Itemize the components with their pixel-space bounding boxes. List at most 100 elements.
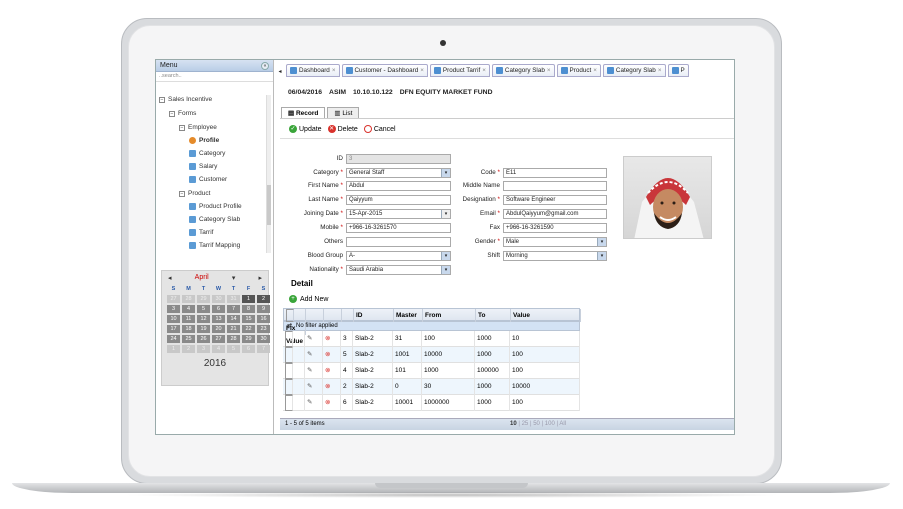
pencil-icon[interactable]: ✎	[305, 331, 323, 347]
calendar-day[interactable]: 29	[197, 295, 210, 303]
code-field[interactable]: E11	[503, 168, 607, 178]
calendar-day[interactable]: 29	[242, 335, 255, 343]
calendar-day[interactable]: 22	[242, 325, 255, 333]
calendar-day[interactable]: 13	[212, 315, 225, 323]
first-name-field[interactable]: Abdul	[346, 181, 451, 191]
close-icon[interactable]: ×	[482, 67, 486, 74]
close-icon[interactable]: ×	[332, 67, 336, 74]
calendar-day[interactable]: 8	[242, 305, 255, 313]
calendar-day[interactable]: 25	[182, 335, 195, 343]
calendar-day[interactable]: 12	[197, 315, 210, 323]
select-all-cell[interactable]	[284, 309, 306, 322]
calendar-day[interactable]: 15	[242, 315, 255, 323]
table-row[interactable]: ✎ ⊗ 3 Slab-2 31 100 1000 10	[283, 331, 580, 347]
calendar-day[interactable]: 9	[257, 305, 270, 313]
calendar-day[interactable]: 11	[182, 315, 195, 323]
designation-field[interactable]: Software Engineer	[503, 195, 607, 205]
calendar-day[interactable]: 31	[227, 295, 240, 303]
tab-record[interactable]: ▤ Record	[281, 107, 326, 118]
checkbox-icon[interactable]	[285, 379, 293, 395]
tree-item[interactable]: Category	[189, 150, 225, 157]
tree-item[interactable]: Salary	[189, 163, 217, 170]
tree-item[interactable]: − Sales Incentive	[159, 96, 212, 103]
calendar-day[interactable]: 7	[227, 305, 240, 313]
tree-item[interactable]: − Product	[179, 190, 210, 197]
document-tab[interactable]: Product ×	[556, 64, 601, 77]
filter-icon[interactable]: ⇄	[287, 322, 292, 330]
expand-icon[interactable]: −	[179, 190, 185, 197]
calendar-day[interactable]: 21	[227, 325, 240, 333]
calendar-day[interactable]: 10	[167, 315, 180, 323]
checkbox-icon[interactable]	[285, 363, 293, 379]
pencil-icon[interactable]: ✎	[305, 363, 323, 379]
calendar-day[interactable]: 14	[227, 315, 240, 323]
tab-list[interactable]: ▥ List	[327, 107, 360, 118]
next-month-icon[interactable]: ▸	[258, 274, 262, 282]
mobile-field[interactable]: +966-16-3261570	[346, 223, 451, 233]
search-input[interactable]: ..search..	[156, 72, 273, 82]
delete-row-icon[interactable]: ⊗	[323, 347, 341, 363]
calendar-day[interactable]: 4	[182, 305, 195, 313]
delete-button[interactable]: ✕ Delete	[327, 125, 358, 133]
calendar-day[interactable]: 5	[227, 345, 240, 353]
table-row[interactable]: ✎ ⊗ 5 Slab-2 1001 10000 1000 100	[283, 347, 580, 363]
delete-row-icon[interactable]: ⊗	[323, 379, 341, 395]
cancel-button[interactable]: Cancel	[363, 125, 396, 133]
close-icon[interactable]: ×	[658, 67, 662, 74]
tree-item[interactable]: Category Slab	[189, 216, 240, 223]
checkbox-icon[interactable]	[285, 347, 293, 363]
calendar-day[interactable]: 3	[197, 345, 210, 353]
expand-icon[interactable]: −	[169, 110, 175, 117]
collapse-icon[interactable]: «	[261, 62, 269, 70]
joining-date-picker[interactable]: 15-Apr-2015 ▾	[346, 209, 451, 219]
others-field[interactable]	[346, 237, 451, 247]
table-row[interactable]: ✎ ⊗ 6 Slab-2 10001 1000000 1000 100	[283, 395, 580, 411]
document-tab[interactable]: Category Slab ×	[491, 64, 555, 77]
calendar-day[interactable]: 1	[167, 345, 180, 353]
checkbox-icon[interactable]	[285, 331, 293, 347]
table-row[interactable]: ✎ ⊗ 4 Slab-2 101 1000 100000 100	[283, 363, 580, 379]
delete-row-icon[interactable]: ⊗	[323, 363, 341, 379]
calendar-day[interactable]: 2	[182, 345, 195, 353]
filter-row[interactable]: ⇄ No filter applied	[283, 321, 580, 331]
calendar-day[interactable]: 16	[257, 315, 270, 323]
row-select-cell[interactable]	[283, 331, 305, 347]
document-tab[interactable]: P	[667, 64, 689, 77]
tree-item[interactable]: Tarrif Mapping	[189, 242, 240, 249]
calendar-day[interactable]: 23	[257, 325, 270, 333]
column-header[interactable]: To	[476, 309, 511, 322]
close-icon[interactable]: ×	[547, 67, 551, 74]
calendar-day[interactable]: 27	[212, 335, 225, 343]
tree-scrollbar[interactable]	[266, 95, 271, 253]
column-header[interactable]: ID	[354, 309, 394, 322]
calendar-day[interactable]: 3	[167, 305, 180, 313]
tree-item[interactable]: Tarrif	[189, 229, 213, 236]
shift-select[interactable]: Morning ▾	[503, 251, 607, 261]
dropdown-icon[interactable]: ▾	[597, 238, 606, 246]
row-select-cell[interactable]	[283, 395, 305, 411]
calendar-day[interactable]: 1	[242, 295, 255, 303]
expand-icon[interactable]: −	[179, 124, 185, 131]
calendar-day[interactable]: 28	[227, 335, 240, 343]
column-header[interactable]: Master	[394, 309, 423, 322]
checkbox-icon[interactable]	[286, 309, 294, 322]
tree-item[interactable]: − Forms	[169, 110, 196, 117]
add-new-button[interactable]: + Add New	[289, 295, 328, 303]
tree-item[interactable]: − Employee	[179, 124, 217, 131]
calendar-day[interactable]: 30	[212, 295, 225, 303]
delete-row-icon[interactable]: ⊗	[323, 395, 341, 411]
gender-select[interactable]: Male ▾	[503, 237, 607, 247]
employee-photo[interactable]	[623, 156, 712, 239]
nationality-select[interactable]: Saudi Arabia ▾	[346, 265, 451, 275]
calendar-day[interactable]: 17	[167, 325, 180, 333]
checkbox-icon[interactable]	[285, 395, 293, 411]
calendar-day[interactable]: 4	[212, 345, 225, 353]
calendar-month[interactable]: April	[195, 274, 209, 282]
calendar-day[interactable]: 27	[167, 295, 180, 303]
column-header[interactable]: From	[423, 309, 476, 322]
close-icon[interactable]: ×	[420, 67, 424, 74]
blood-group-select[interactable]: A- ▾	[346, 251, 451, 261]
category-select[interactable]: General Staff ▾	[346, 168, 451, 178]
dropdown-icon[interactable]: ▾	[441, 266, 450, 274]
tree-item[interactable]: Profile	[189, 137, 219, 144]
